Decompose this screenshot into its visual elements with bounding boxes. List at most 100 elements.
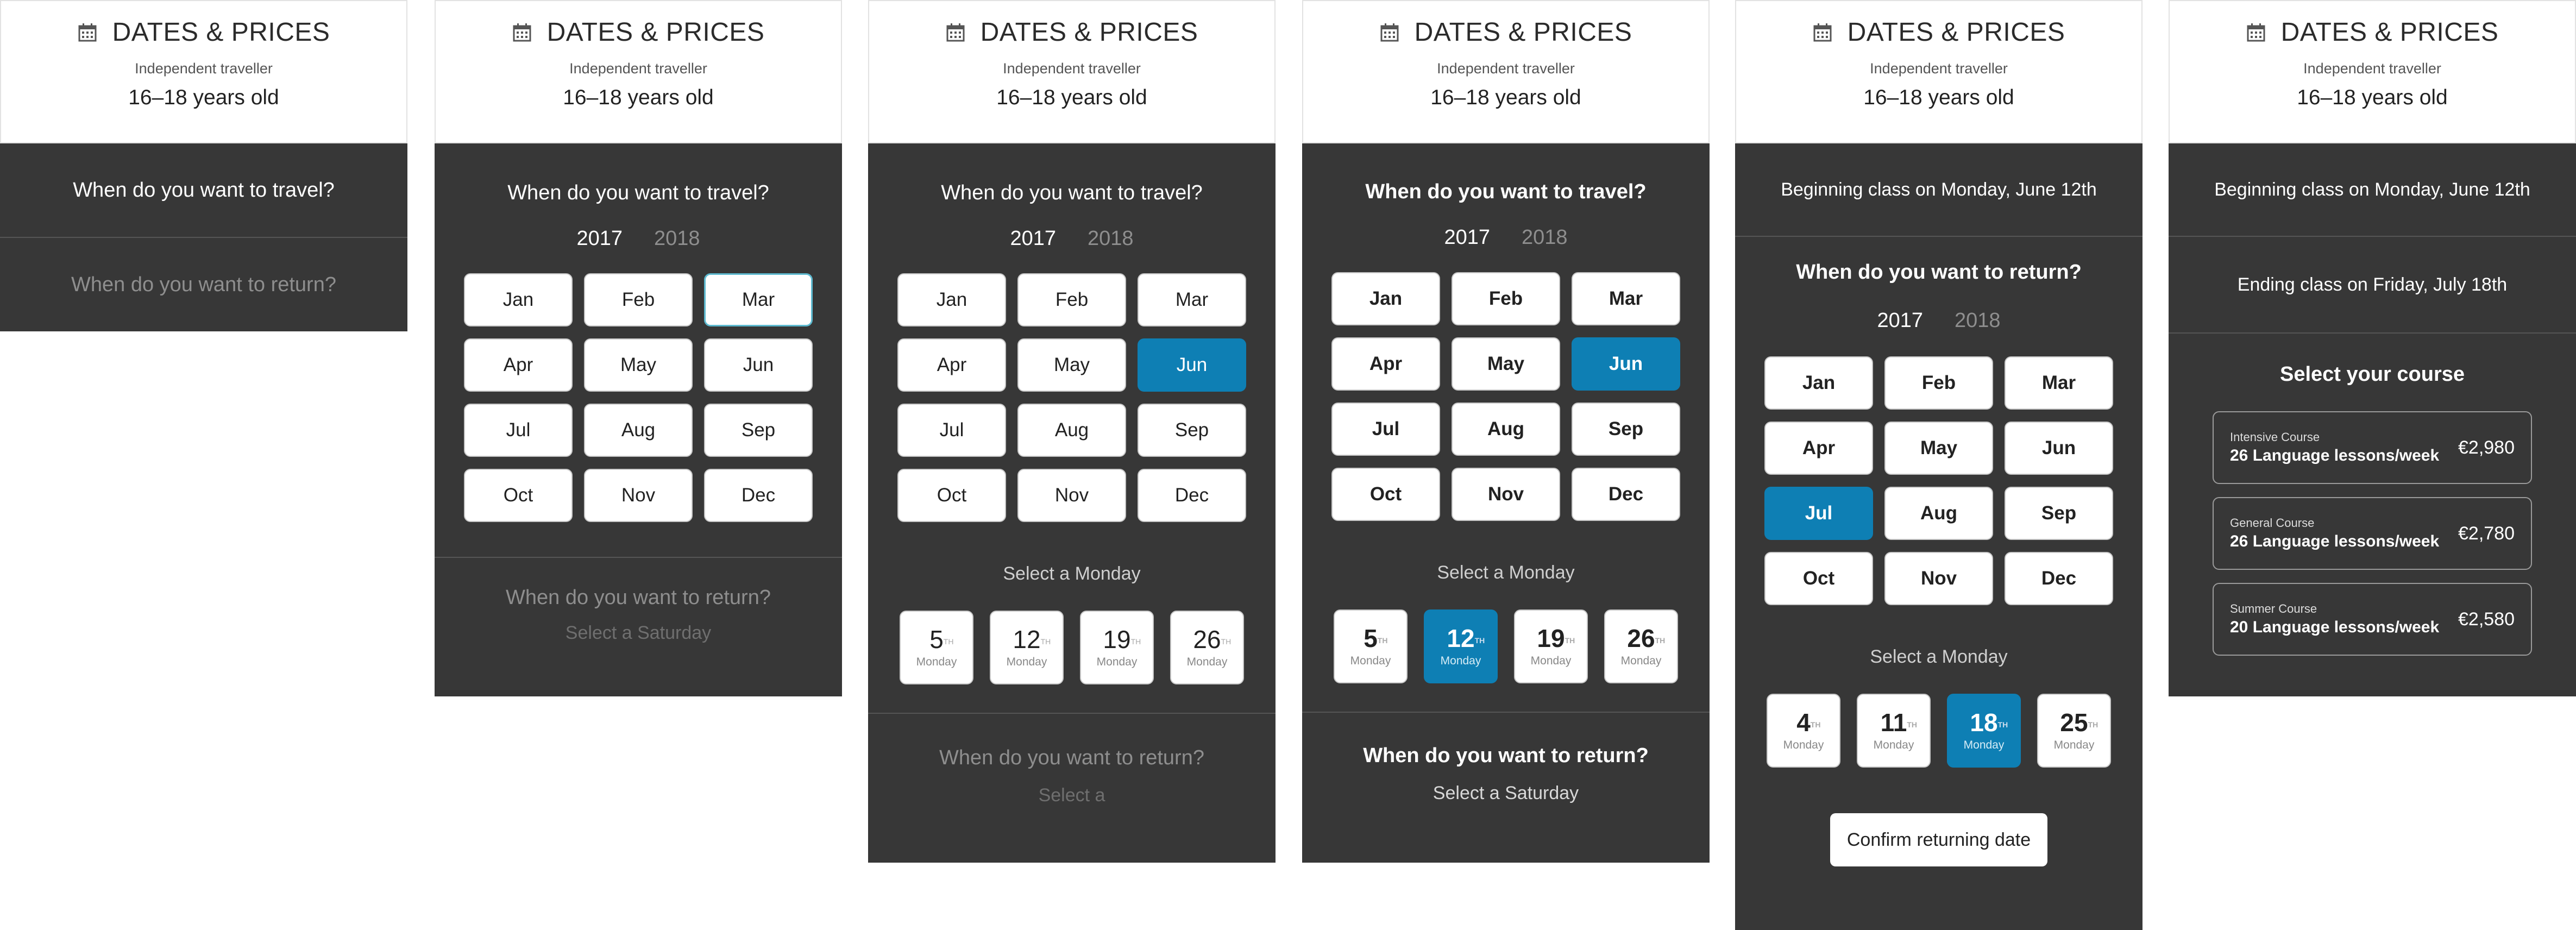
month-may[interactable]: May (584, 338, 693, 392)
select-hint: Select a (1038, 785, 1105, 806)
return-question[interactable]: When do you want to return? (0, 238, 407, 331)
month-nov[interactable]: Nov (1452, 468, 1560, 521)
day-19[interactable]: 19 TH Monday (1514, 609, 1588, 683)
year-2017[interactable]: 2017 (576, 227, 623, 250)
month-jul[interactable]: Jul (464, 404, 573, 457)
day-18[interactable]: 18 TH Monday (1947, 694, 2021, 768)
monday-grid: 5 TH Monday 12 TH Monday 19 TH Monday 26 TH Mond… (1302, 609, 1710, 683)
month-jul[interactable]: Jul (1764, 487, 1873, 540)
panel-4: DATES & PRICES Independent traveller 16–… (1302, 0, 1710, 863)
panel-6: DATES & PRICES Independent traveller 16–… (2169, 0, 2576, 696)
month-dec[interactable]: Dec (704, 469, 813, 522)
day-26[interactable]: 26 TH Monday (1170, 611, 1244, 684)
header: DATES & PRICES Independent traveller 16–… (435, 0, 842, 143)
calendar-icon (78, 23, 97, 41)
header-title: DATES & PRICES (980, 18, 1198, 47)
year-2018[interactable]: 2018 (1088, 227, 1134, 250)
month-apr[interactable]: Apr (897, 338, 1006, 392)
day-25[interactable]: 25 TH Monday (2037, 694, 2111, 768)
header: DATES & PRICES Independent traveller 16–… (868, 0, 1276, 143)
month-apr[interactable]: Apr (464, 338, 573, 392)
month-dec[interactable]: Dec (2005, 552, 2113, 605)
month-may[interactable]: May (1452, 337, 1560, 391)
month-nov[interactable]: Nov (1884, 552, 1993, 605)
month-sep[interactable]: Sep (2005, 487, 2113, 540)
month-oct[interactable]: Oct (897, 469, 1006, 522)
month-feb[interactable]: Feb (1452, 272, 1560, 325)
month-dec[interactable]: Dec (1138, 469, 1246, 522)
select-saturday-hint: Select a Saturday (1432, 783, 1579, 803)
return-question[interactable]: When do you want to return? (868, 746, 1276, 770)
month-jun[interactable]: Jun (1572, 337, 1680, 391)
course-option-summer[interactable]: Summer Course 20 Language lessons/week €… (2213, 583, 2532, 656)
day-12[interactable]: 12 TH Monday (1424, 609, 1498, 683)
month-aug[interactable]: Aug (1017, 404, 1126, 457)
month-oct[interactable]: Oct (1764, 552, 1873, 605)
month-mar[interactable]: Mar (2005, 356, 2113, 410)
month-jan[interactable]: Jan (464, 273, 573, 326)
year-2017[interactable]: 2017 (1010, 227, 1056, 250)
header-subtitle: Independent traveller (1437, 60, 1575, 77)
day-4[interactable]: 4 TH Monday (1767, 694, 1840, 768)
month-mar[interactable]: Mar (1138, 273, 1246, 326)
divider (868, 713, 1276, 714)
month-apr[interactable]: Apr (1764, 422, 1873, 475)
day-12[interactable]: 12 TH Monday (990, 611, 1064, 684)
month-aug[interactable]: Aug (1884, 487, 1993, 540)
day-26[interactable]: 26 TH Monday (1604, 609, 1678, 683)
course-price: €2,580 (2458, 608, 2515, 630)
confirm-returning-date-button[interactable]: Confirm returning date (1830, 813, 2047, 866)
course-price: €2,980 (2458, 437, 2515, 458)
month-nov[interactable]: Nov (584, 469, 693, 522)
year-2018[interactable]: 2018 (1955, 309, 2001, 332)
ending-class-summary[interactable]: Ending class on Friday, July 18th (2169, 237, 2576, 332)
month-jun[interactable]: Jun (1138, 338, 1246, 392)
beginning-class-summary[interactable]: Beginning class on Monday, June 12th (1735, 143, 2143, 236)
course-option-general[interactable]: General Course 26 Language lessons/week … (2213, 497, 2532, 570)
month-grid: Jan Feb Mar Apr May Jun Jul Aug Sep Oct … (435, 273, 842, 522)
day-19[interactable]: 19 TH Monday (1080, 611, 1154, 684)
year-2018[interactable]: 2018 (1522, 226, 1568, 249)
divider (1302, 712, 1710, 713)
month-jul[interactable]: Jul (897, 404, 1006, 457)
month-feb[interactable]: Feb (1884, 356, 1993, 410)
return-question: When do you want to return? (1796, 261, 2082, 284)
month-jun[interactable]: Jun (2005, 422, 2113, 475)
travel-question[interactable]: When do you want to travel? (0, 143, 407, 237)
month-oct[interactable]: Oct (464, 469, 573, 522)
month-feb[interactable]: Feb (584, 273, 693, 326)
calendar-icon (2247, 23, 2265, 41)
month-sep[interactable]: Sep (704, 404, 813, 457)
return-question[interactable]: When do you want to return? (1302, 744, 1710, 768)
month-nov[interactable]: Nov (1017, 469, 1126, 522)
month-jan[interactable]: Jan (1764, 356, 1873, 410)
month-sep[interactable]: Sep (1572, 403, 1680, 456)
beginning-class-summary[interactable]: Beginning class on Monday, June 12th (2169, 143, 2576, 236)
year-2018[interactable]: 2018 (654, 227, 700, 250)
day-5[interactable]: 5 TH Monday (900, 611, 973, 684)
year-selector: 2017 2018 (1302, 226, 1710, 249)
month-aug[interactable]: Aug (584, 404, 693, 457)
course-option-intensive[interactable]: Intensive Course 26 Language lessons/wee… (2213, 411, 2532, 484)
month-may[interactable]: May (1884, 422, 1993, 475)
month-jan[interactable]: Jan (897, 273, 1006, 326)
month-oct[interactable]: Oct (1331, 468, 1440, 521)
month-grid: Jan Feb Mar Apr May Jun Jul Aug Sep Oct … (1302, 272, 1710, 521)
month-mar[interactable]: Mar (1572, 272, 1680, 325)
month-jul[interactable]: Jul (1331, 403, 1440, 456)
year-2017[interactable]: 2017 (1877, 309, 1923, 332)
return-question[interactable]: When do you want to return? (435, 586, 842, 609)
day-11[interactable]: 11 TH Monday (1857, 694, 1931, 768)
month-apr[interactable]: Apr (1331, 337, 1440, 391)
divider (2169, 332, 2576, 334)
month-mar[interactable]: Mar (704, 273, 813, 326)
month-feb[interactable]: Feb (1017, 273, 1126, 326)
day-5[interactable]: 5 TH Monday (1334, 609, 1408, 683)
month-aug[interactable]: Aug (1452, 403, 1560, 456)
month-jun[interactable]: Jun (704, 338, 813, 392)
year-2017[interactable]: 2017 (1444, 226, 1490, 249)
month-sep[interactable]: Sep (1138, 404, 1246, 457)
month-jan[interactable]: Jan (1331, 272, 1440, 325)
month-dec[interactable]: Dec (1572, 468, 1680, 521)
month-may[interactable]: May (1017, 338, 1126, 392)
